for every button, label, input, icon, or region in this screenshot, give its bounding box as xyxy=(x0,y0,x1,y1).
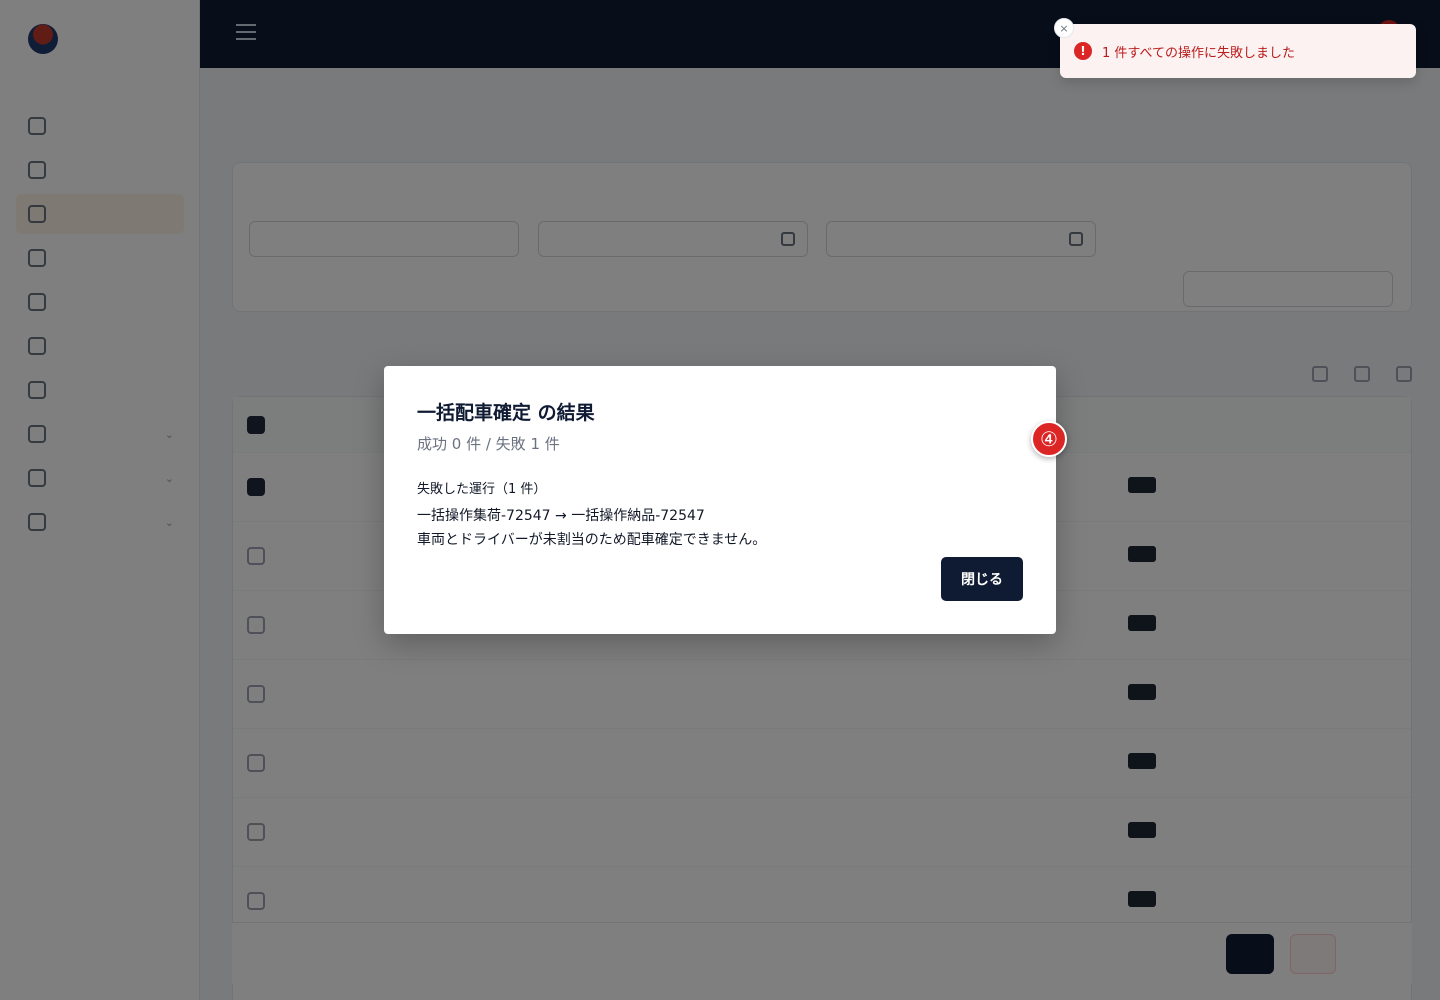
result-summary: 成功 0 件 / 失敗 1 件 xyxy=(417,435,560,453)
failed-heading: 失敗した運行（1 件） xyxy=(417,482,547,497)
close-icon[interactable]: × xyxy=(1054,18,1074,38)
failed-item-route: 一括操作集荷-72547 → 一括操作納品-72547 xyxy=(417,508,705,524)
bulk-result-dialog: 一括配車確定 の結果 成功 0 件 / 失敗 1 件 失敗した運行（1 件） 一… xyxy=(384,366,1056,634)
close-button[interactable]: 閉じる xyxy=(941,557,1023,601)
step-marker-badge: ④ xyxy=(1031,421,1067,457)
toast-message: 1 件すべての操作に失敗しました xyxy=(1102,45,1295,61)
error-circle-icon: ! xyxy=(1074,42,1092,60)
failed-item-reason: 車両とドライバーが未割当のため配車確定できません。 xyxy=(417,532,767,548)
error-toast: × ! 1 件すべての操作に失敗しました xyxy=(1054,18,1416,78)
failed-item: 一括操作集荷-72547 → 一括操作納品-72547 車両とドライバーが未割当… xyxy=(417,505,1023,549)
dialog-title: 一括配車確定 の結果 xyxy=(417,402,595,424)
